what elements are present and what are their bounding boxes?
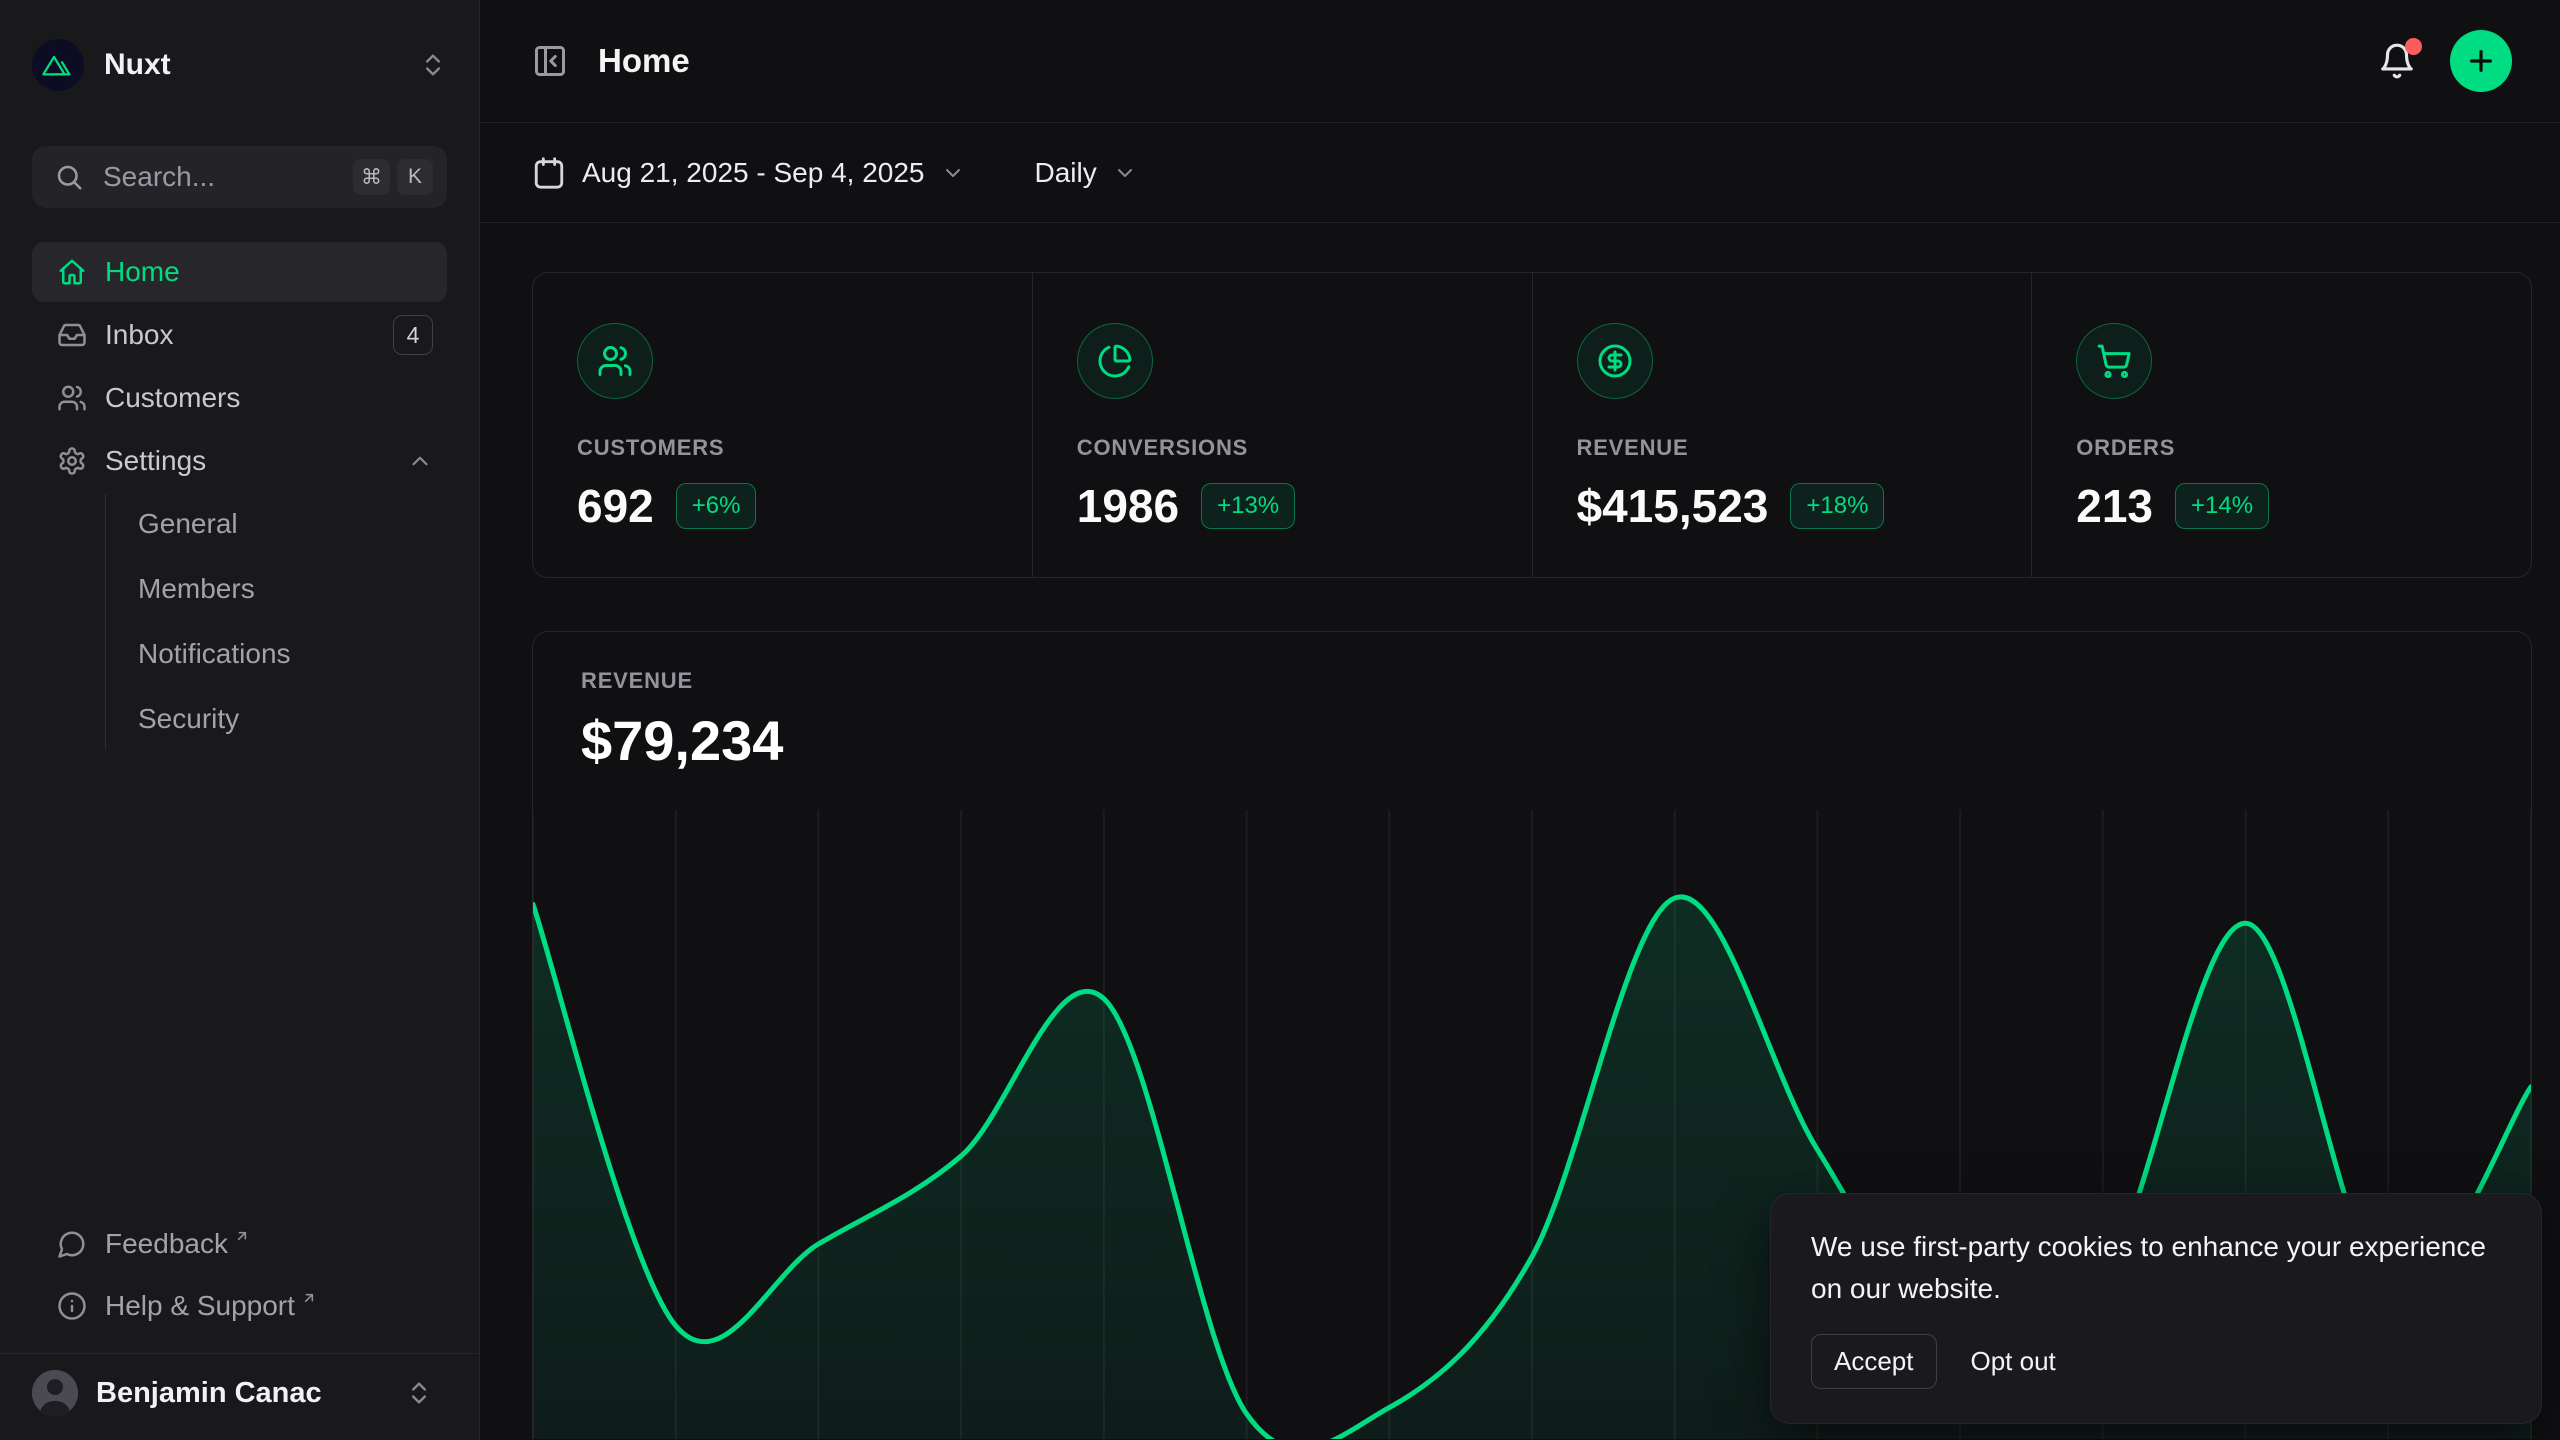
feedback-label: Feedback	[105, 1228, 228, 1260]
help-support-link[interactable]: Help & Support	[32, 1275, 447, 1337]
chart-pie-icon	[1077, 323, 1153, 399]
collapse-sidebar-button[interactable]	[532, 43, 568, 79]
sidebar-item-label: Customers	[105, 382, 433, 414]
stat-delta-badge: +13%	[1201, 483, 1295, 529]
sidebar-item-customers[interactable]: Customers	[32, 368, 447, 428]
stat-label: ORDERS	[2076, 435, 2487, 461]
user-name: Benjamin Canac	[96, 1377, 387, 1410]
sidebar: Nuxt Search... ⌘ K Home Inbox 4	[0, 0, 480, 1440]
circle-dollar-icon	[1577, 323, 1653, 399]
sidebar-item-inbox[interactable]: Inbox 4	[32, 305, 447, 365]
sidebar-item-settings[interactable]: Settings	[32, 431, 447, 491]
stat-value: 1986	[1077, 479, 1179, 533]
calendar-icon	[532, 156, 566, 190]
sidebar-item-label: Settings	[105, 445, 407, 477]
stat-label: CONVERSIONS	[1077, 435, 1488, 461]
stat-value: 692	[577, 479, 654, 533]
accept-cookies-button[interactable]: Accept	[1811, 1334, 1937, 1389]
kbd-meta: ⌘	[353, 159, 390, 195]
sidebar-item-general[interactable]: General	[138, 494, 447, 554]
external-link-icon	[301, 1290, 317, 1306]
notifications-button[interactable]	[2372, 36, 2422, 86]
filter-toolbar: Aug 21, 2025 - Sep 4, 2025 Daily	[480, 123, 2560, 223]
stat-value: $415,523	[1577, 479, 1769, 533]
revenue-panel-label: REVENUE	[581, 668, 2483, 694]
kbd-k: K	[397, 159, 433, 195]
stat-value: 213	[2076, 479, 2153, 533]
granularity-value: Daily	[1035, 157, 1097, 189]
message-bubble-icon	[57, 1229, 87, 1259]
chevron-up-icon	[407, 448, 433, 474]
team-switcher[interactable]: Nuxt	[32, 38, 447, 92]
settings-children: General Members Notifications Security	[105, 494, 447, 749]
stat-label: CUSTOMERS	[577, 435, 988, 461]
info-circle-icon	[57, 1291, 87, 1321]
cookie-consent-banner: We use first-party cookies to enhance yo…	[1770, 1193, 2542, 1424]
user-avatar	[32, 1370, 78, 1416]
stat-card-revenue[interactable]: REVENUE $415,523 +18%	[1532, 273, 2032, 577]
sidebar-item-security[interactable]: Security	[138, 689, 447, 749]
team-name: Nuxt	[104, 48, 399, 82]
user-menu[interactable]: Benjamin Canac	[0, 1354, 479, 1440]
notification-dot	[2405, 38, 2422, 55]
external-link-icon	[234, 1228, 250, 1244]
chevrons-up-down-icon	[419, 51, 447, 79]
chevrons-up-down-icon	[405, 1379, 433, 1407]
gear-icon	[57, 446, 87, 476]
stat-delta-badge: +14%	[2175, 483, 2269, 529]
sidebar-nav: Home Inbox 4 Customers Settings Ge	[32, 242, 447, 749]
chevron-down-icon	[1113, 161, 1137, 185]
chevron-down-icon	[941, 161, 965, 185]
sidebar-footer: Feedback Help & Support Benjamin Canac	[0, 1213, 479, 1440]
shopping-cart-icon	[2076, 323, 2152, 399]
optout-cookies-button[interactable]: Opt out	[1971, 1346, 2056, 1377]
page-title: Home	[598, 42, 2372, 80]
stat-delta-badge: +18%	[1790, 483, 1884, 529]
feedback-link[interactable]: Feedback	[32, 1213, 447, 1275]
search-input[interactable]: Search... ⌘ K	[32, 146, 447, 208]
granularity-select[interactable]: Daily	[1035, 157, 1137, 189]
stats-row: CUSTOMERS 692 +6% CONVERSIONS 1986 +13%	[532, 272, 2532, 578]
nuxt-logo-icon	[32, 39, 84, 91]
date-range-picker[interactable]: Aug 21, 2025 - Sep 4, 2025	[532, 156, 965, 190]
sidebar-item-label: Home	[105, 256, 433, 288]
sidebar-item-label: Inbox	[105, 319, 393, 351]
sidebar-item-home[interactable]: Home	[32, 242, 447, 302]
add-button[interactable]	[2450, 30, 2512, 92]
users-icon	[57, 383, 87, 413]
search-placeholder: Search...	[103, 161, 346, 193]
stat-card-conversions[interactable]: CONVERSIONS 1986 +13%	[1032, 273, 1532, 577]
page-header: Home	[480, 0, 2560, 123]
home-icon	[57, 257, 87, 287]
revenue-panel-value: $79,234	[581, 708, 2483, 773]
stat-card-customers[interactable]: CUSTOMERS 692 +6%	[533, 273, 1032, 577]
sidebar-item-notifications[interactable]: Notifications	[138, 624, 447, 684]
date-range-value: Aug 21, 2025 - Sep 4, 2025	[582, 157, 925, 189]
cookie-message: We use first-party cookies to enhance yo…	[1811, 1226, 2501, 1310]
inbox-count-badge: 4	[393, 315, 433, 355]
stat-delta-badge: +6%	[676, 483, 757, 529]
inbox-icon	[57, 320, 87, 350]
sidebar-item-members[interactable]: Members	[138, 559, 447, 619]
help-support-label: Help & Support	[105, 1290, 295, 1322]
stat-label: REVENUE	[1577, 435, 1988, 461]
users-icon	[577, 323, 653, 399]
search-icon	[54, 162, 84, 192]
stat-card-orders[interactable]: ORDERS 213 +14%	[2031, 273, 2531, 577]
